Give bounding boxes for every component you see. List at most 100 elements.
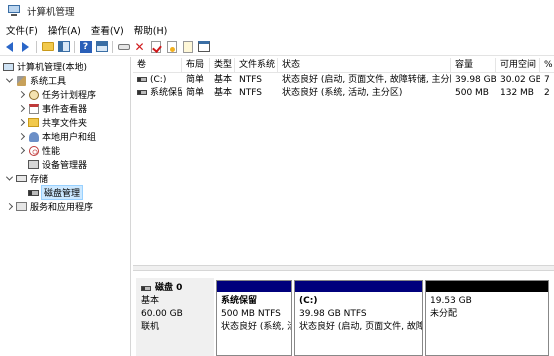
export-list-icon[interactable] bbox=[197, 40, 210, 53]
connect-icon[interactable] bbox=[117, 40, 130, 53]
tree-task-scheduler-label: 任务计划程序 bbox=[42, 91, 97, 101]
computer-icon bbox=[3, 61, 14, 72]
users-icon bbox=[28, 131, 39, 142]
partition-body: 19.53 GB 未分配 bbox=[426, 292, 548, 324]
tree-services[interactable]: 服务和应用程序 bbox=[5, 200, 93, 213]
tree-shared-folders-label: 共享文件夹 bbox=[42, 119, 88, 129]
partition-c-drive[interactable]: (C:) 39.98 GB NTFS 状态良好 (启动, 页面文件, 故障 bbox=[294, 280, 423, 356]
free-space-cell: 132 MB bbox=[500, 88, 534, 98]
tree-device-manager[interactable]: 设备管理器 bbox=[28, 158, 87, 171]
delete-icon[interactable]: ✕ bbox=[133, 40, 146, 53]
menu-help[interactable]: 帮助(H) bbox=[129, 23, 173, 37]
partition-size: 19.53 GB bbox=[430, 296, 472, 306]
disk-name: 磁盘 0 bbox=[155, 283, 183, 293]
column-header-volume[interactable]: 卷 bbox=[133, 58, 182, 73]
expand-chevron-icon[interactable] bbox=[17, 91, 25, 99]
filesystem-cell: NTFS bbox=[239, 75, 262, 85]
partition-status: 状态良好 (系统, 活 bbox=[221, 322, 291, 332]
toolbar-separator bbox=[74, 40, 75, 53]
expand-chevron-icon[interactable] bbox=[17, 105, 25, 113]
expand-chevron-icon[interactable] bbox=[5, 77, 13, 85]
expand-chevron-icon[interactable] bbox=[17, 119, 25, 127]
disk-size: 60.00 GB bbox=[141, 309, 183, 319]
expand-chevron-icon[interactable] bbox=[5, 203, 13, 211]
show-hide-pane-icon[interactable] bbox=[57, 40, 70, 53]
tree-performance[interactable]: 性能 bbox=[17, 144, 60, 157]
expand-chevron-icon[interactable] bbox=[5, 175, 13, 183]
partition-bar bbox=[295, 281, 422, 292]
tools-icon bbox=[16, 75, 27, 86]
tree-system-tools[interactable]: 系统工具 bbox=[5, 74, 66, 87]
disk-name-row: 磁盘 0 bbox=[141, 282, 209, 295]
table-row[interactable]: 系统保留 简单 基本 NTFS 状态良好 (系统, 活动, 主分区) 500 M… bbox=[133, 87, 554, 100]
column-header-capacity[interactable]: 容量 bbox=[451, 58, 496, 73]
tree-performance-label: 性能 bbox=[42, 147, 61, 157]
tree-event-viewer-label: 事件查看器 bbox=[42, 105, 88, 115]
capacity-cell: 39.98 GB bbox=[455, 75, 496, 85]
new-icon[interactable] bbox=[165, 40, 178, 53]
disk-type: 基本 bbox=[141, 296, 160, 306]
partition-system-reserved[interactable]: 系统保留 500 MB NTFS 状态良好 (系统, 活 bbox=[216, 280, 292, 356]
navigation-tree: 计算机管理(本地) 系统工具 任务计划程序 事件查看器 共享文件夹 本地用户和组… bbox=[0, 57, 131, 356]
percent-free-cell: 2 bbox=[544, 88, 550, 98]
column-header-percent-free[interactable]: % bbox=[540, 58, 554, 73]
tree-root-label: 计算机管理(本地) bbox=[17, 63, 88, 73]
table-row[interactable]: (C:) 简单 基本 NTFS 状态良好 (启动, 页面文件, 故障转储, 主分… bbox=[133, 74, 554, 87]
tree-event-viewer[interactable]: 事件查看器 bbox=[17, 102, 87, 115]
performance-icon bbox=[28, 145, 39, 156]
up-folder-icon[interactable] bbox=[41, 40, 54, 53]
volume-list: 卷 布局 类型 文件系统 状态 容量 可用空间 % (C:) 简单 基本 NTF… bbox=[133, 57, 554, 265]
tree-local-users[interactable]: 本地用户和组 bbox=[17, 130, 96, 143]
disk-info-panel[interactable]: 磁盘 0 基本 60.00 GB 联机 bbox=[136, 278, 214, 356]
disk-icon bbox=[28, 187, 39, 198]
partition-status: 状态良好 (启动, 页面文件, 故障 bbox=[299, 322, 422, 332]
menu-file[interactable]: 文件(F) bbox=[0, 23, 43, 37]
tree-services-label: 服务和应用程序 bbox=[30, 203, 94, 213]
free-space-cell: 30.02 GB bbox=[500, 75, 540, 85]
properties-icon[interactable] bbox=[149, 40, 162, 53]
partition-unallocated[interactable]: 19.53 GB 未分配 bbox=[425, 280, 549, 356]
disk-icon bbox=[141, 286, 151, 291]
tree-shared-folders[interactable]: 共享文件夹 bbox=[17, 116, 87, 129]
menu-bar: 文件(F) 操作(A) 查看(V) 帮助(H) bbox=[0, 22, 554, 38]
status-cell: 状态良好 (系统, 活动, 主分区) bbox=[282, 88, 403, 98]
menu-view[interactable]: 查看(V) bbox=[86, 23, 129, 37]
disk-map: 磁盘 0 基本 60.00 GB 联机 系统保留 500 MB NTFS 状态良… bbox=[133, 271, 554, 356]
volume-name: (C:) bbox=[150, 75, 167, 85]
percent-free-cell: 7 bbox=[544, 75, 550, 85]
back-icon[interactable] bbox=[3, 40, 16, 53]
window-title: 计算机管理 bbox=[27, 7, 75, 18]
import-icon[interactable] bbox=[181, 40, 194, 53]
tree-root[interactable]: 计算机管理(本地) bbox=[3, 60, 87, 73]
column-header-filesystem[interactable]: 文件系统 bbox=[235, 58, 278, 73]
computer-management-icon bbox=[7, 5, 21, 17]
type-cell: 基本 bbox=[214, 75, 233, 85]
forward-icon[interactable] bbox=[19, 40, 32, 53]
expand-chevron-icon[interactable] bbox=[17, 147, 25, 155]
tree-disk-management[interactable]: 磁盘管理 bbox=[28, 185, 84, 200]
column-header-layout[interactable]: 布局 bbox=[182, 58, 210, 73]
tree-storage-label: 存储 bbox=[30, 175, 49, 185]
tree-storage[interactable]: 存储 bbox=[5, 172, 48, 185]
capacity-cell: 500 MB bbox=[455, 88, 489, 98]
column-header-status[interactable]: 状态 bbox=[278, 58, 451, 73]
volume-cell: 系统保留 bbox=[133, 87, 182, 100]
menu-action[interactable]: 操作(A) bbox=[43, 23, 86, 37]
tree-system-tools-label: 系统工具 bbox=[30, 77, 67, 87]
volume-cell: (C:) bbox=[133, 74, 182, 87]
partition-body: (C:) 39.98 GB NTFS 状态良好 (启动, 页面文件, 故障 bbox=[295, 292, 422, 337]
partition-status: 未分配 bbox=[430, 309, 458, 319]
storage-icon bbox=[16, 173, 27, 184]
device-manager-icon bbox=[28, 159, 39, 170]
partition-name: (C:) bbox=[299, 296, 318, 306]
expand-chevron-icon[interactable] bbox=[17, 133, 25, 141]
help-icon[interactable]: ? bbox=[79, 40, 92, 53]
column-header-free-space[interactable]: 可用空间 bbox=[496, 58, 540, 73]
partition-bar bbox=[217, 281, 291, 292]
action-pane-icon[interactable] bbox=[95, 40, 108, 53]
clock-icon bbox=[28, 89, 39, 100]
column-header-type[interactable]: 类型 bbox=[210, 58, 235, 73]
tree-device-manager-label: 设备管理器 bbox=[42, 161, 88, 171]
partition-body: 系统保留 500 MB NTFS 状态良好 (系统, 活 bbox=[217, 292, 291, 337]
tree-task-scheduler[interactable]: 任务计划程序 bbox=[17, 88, 96, 101]
